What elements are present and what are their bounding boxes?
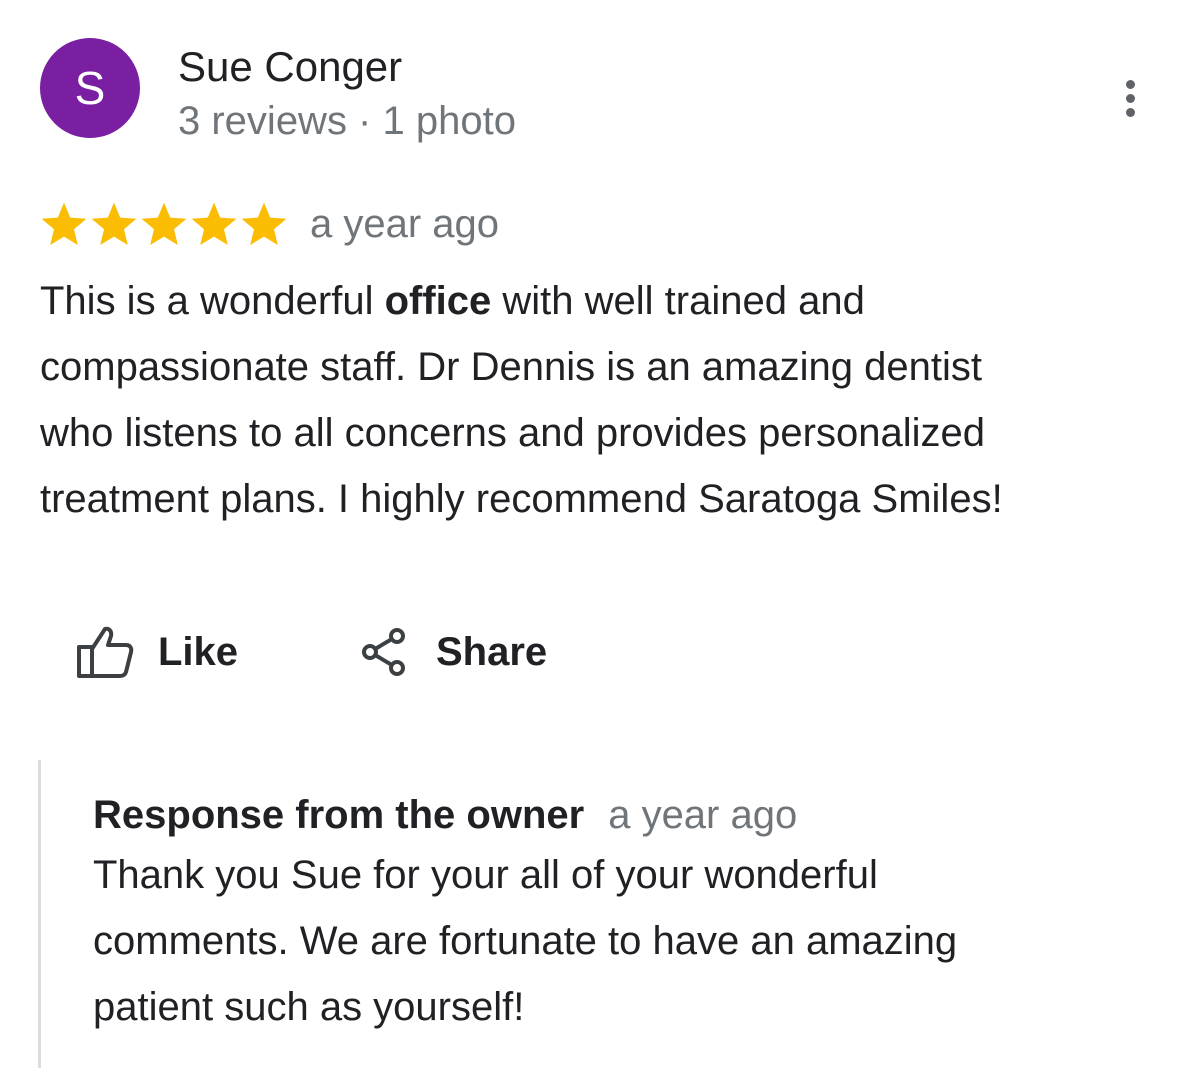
owner-response-date: a year ago bbox=[608, 793, 798, 837]
review-text-highlight: office bbox=[384, 279, 492, 323]
more-vert-icon-dot bbox=[1125, 107, 1135, 117]
review-date: a year ago bbox=[310, 202, 500, 246]
share-icon bbox=[362, 628, 405, 676]
more-vert-icon bbox=[1125, 79, 1135, 89]
star-icon bbox=[41, 202, 87, 245]
like-label: Like bbox=[158, 629, 239, 674]
star-icon bbox=[141, 202, 187, 245]
review-text-part: This is a wonderful bbox=[40, 279, 385, 323]
share-label: Share bbox=[436, 629, 548, 674]
owner-response-header: Response from the owner a year ago bbox=[93, 790, 797, 840]
share-button[interactable]: Share bbox=[358, 622, 547, 682]
owner-response: Response from the owner a year ago Thank … bbox=[38, 760, 1141, 1068]
star-rating bbox=[40, 201, 290, 247]
star-icon bbox=[91, 202, 137, 245]
reviewer-meta[interactable]: 3 reviews · 1 photo bbox=[178, 96, 516, 146]
more-vert-icon-dot bbox=[1125, 93, 1135, 103]
owner-response-text: Thank you Sue for your all of your wonde… bbox=[93, 853, 958, 1029]
avatar-initial: S bbox=[74, 62, 106, 114]
star-icon bbox=[241, 202, 287, 245]
thumb-up-outline-icon bbox=[77, 626, 134, 678]
avatar[interactable]: S bbox=[40, 38, 140, 138]
reviewer-name[interactable]: Sue Conger bbox=[178, 42, 402, 92]
review-text: This is a wonderful office with well tra… bbox=[40, 268, 1150, 532]
rating-row: a year ago bbox=[40, 198, 499, 250]
owner-response-title: Response from the owner bbox=[93, 793, 585, 837]
more-options-button[interactable] bbox=[1110, 70, 1150, 126]
star-icon bbox=[191, 202, 237, 245]
like-button[interactable]: Like bbox=[76, 622, 238, 682]
